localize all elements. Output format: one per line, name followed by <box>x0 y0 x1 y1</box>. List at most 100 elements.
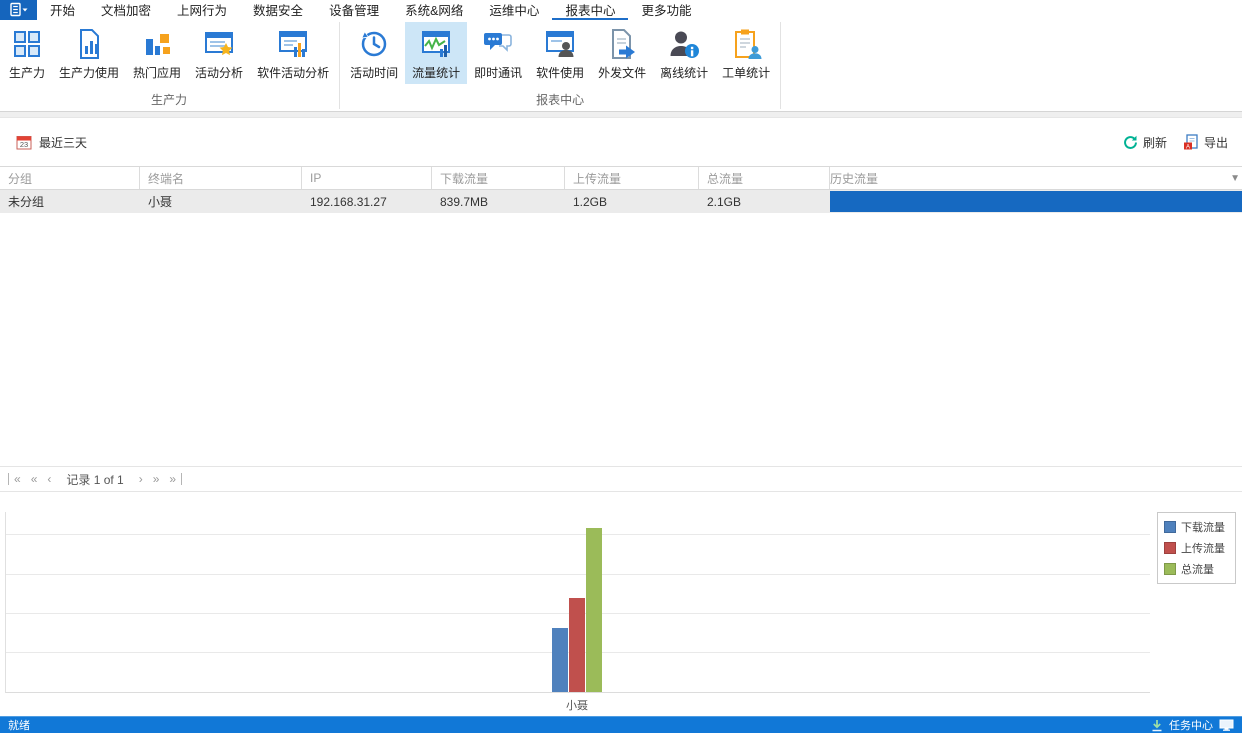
monitor-icon[interactable] <box>1219 719 1234 731</box>
tab-more-features[interactable]: 更多功能 <box>628 0 704 20</box>
chart-bar-total <box>586 528 602 692</box>
tab-start[interactable]: 开始 <box>37 0 88 20</box>
ribbon-button-label: 流量统计 <box>412 64 460 81</box>
window-user-icon <box>543 27 577 61</box>
tab-device-management[interactable]: 设备管理 <box>316 0 392 20</box>
ribbon-button-offline-stats[interactable]: 离线统计 <box>653 22 715 84</box>
legend-swatch-total <box>1164 563 1176 575</box>
tab-system-network[interactable]: 系统&网络 <box>392 0 476 20</box>
fast-next-page-icon[interactable]: » <box>148 473 165 485</box>
column-header-history[interactable]: 历史流量 ▼ <box>830 167 1242 189</box>
task-center-button[interactable]: 任务中心 <box>1151 717 1234 733</box>
first-page-icon[interactable]: « <box>8 473 26 485</box>
calendar-icon: 23 <box>16 134 32 150</box>
column-header-total[interactable]: 总流量 <box>699 167 830 189</box>
chart-category-label: 小聂 <box>551 697 603 713</box>
menu-tab-bar: 开始 文档加密 上网行为 数据安全 设备管理 系统&网络 运维中心 报表中心 更… <box>0 0 1242 20</box>
ribbon-button-ticket-stats[interactable]: 工单统计 <box>715 22 777 84</box>
cell-upload: 1.2GB <box>565 190 699 213</box>
ribbon-button-productivity[interactable]: 生产力 <box>2 22 52 84</box>
chart-bar-upload <box>569 598 585 692</box>
ribbon-button-software-usage[interactable]: 软件使用 <box>529 22 591 84</box>
ribbon-group-label-report-center: 报表中心 <box>341 92 779 111</box>
cell-ip: 192.168.31.27 <box>302 190 432 213</box>
status-text: 就绪 <box>8 717 30 733</box>
refresh-label: 刷新 <box>1143 134 1167 151</box>
traffic-stats-icon <box>419 27 453 61</box>
status-bar: 就绪 任务中心 <box>0 716 1242 733</box>
chart-legend: 下载流量 上传流量 总流量 <box>1157 512 1236 584</box>
refresh-icon <box>1123 135 1138 150</box>
clock-history-icon <box>357 27 391 61</box>
ribbon: 生产力 生产力使用 <box>0 20 1242 112</box>
date-range-button[interactable]: 23 最近三天 <box>16 134 87 151</box>
ribbon-button-label: 软件使用 <box>536 64 584 81</box>
pagination-bar: « « ‹ 记录 1 of 1 › » » <box>0 466 1242 492</box>
ribbon-button-label: 工单统计 <box>722 64 770 81</box>
ribbon-button-outgoing-files[interactable]: 外发文件 <box>591 22 653 84</box>
svg-text:23: 23 <box>20 140 28 149</box>
ribbon-button-label: 离线统计 <box>660 64 708 81</box>
filter-toolbar: 23 最近三天 刷新 <box>0 112 1242 166</box>
ribbon-button-label: 活动时间 <box>350 64 398 81</box>
table-row[interactable]: 未分组 小聂 192.168.31.27 839.7MB 1.2GB 2.1GB <box>0 190 1242 213</box>
ribbon-button-hot-apps[interactable]: 热门应用 <box>126 22 188 84</box>
window-star-icon <box>202 27 236 61</box>
prev-page-icon[interactable]: ‹ <box>42 473 56 485</box>
clipboard-user-icon <box>729 27 763 61</box>
export-icon: A <box>1183 134 1199 150</box>
history-traffic-bar <box>830 191 1242 212</box>
ribbon-button-instant-messaging[interactable]: 即时通讯 <box>467 22 529 84</box>
column-header-upload[interactable]: 上传流量 <box>565 167 699 189</box>
productivity-grid-icon <box>10 27 44 61</box>
refresh-button[interactable]: 刷新 <box>1123 134 1167 151</box>
file-send-icon <box>605 27 639 61</box>
legend-item-download: 下载流量 <box>1164 519 1229 535</box>
ribbon-button-software-activity-analysis[interactable]: 软件活动分析 <box>250 22 336 84</box>
hot-apps-icon <box>140 27 174 61</box>
tab-web-behavior[interactable]: 上网行为 <box>164 0 240 20</box>
chart-plot <box>5 512 1150 693</box>
cell-group: 未分组 <box>0 190 140 213</box>
legend-swatch-download <box>1164 521 1176 533</box>
column-header-terminal[interactable]: 终端名 <box>140 167 302 189</box>
last-page-icon[interactable]: » <box>164 473 182 485</box>
chart-bar-group <box>552 512 602 692</box>
column-header-group[interactable]: 分组 <box>0 167 140 189</box>
next-page-icon[interactable]: › <box>134 473 148 485</box>
legend-item-total: 总流量 <box>1164 561 1229 577</box>
tab-doc-encryption[interactable]: 文档加密 <box>88 0 164 20</box>
legend-swatch-upload <box>1164 542 1176 554</box>
tab-ops-center[interactable]: 运维中心 <box>476 0 552 20</box>
tab-data-security[interactable]: 数据安全 <box>240 0 316 20</box>
ribbon-button-label: 活动分析 <box>195 64 243 81</box>
ribbon-button-traffic-stats[interactable]: 流量统计 <box>405 22 467 84</box>
export-button[interactable]: A 导出 <box>1183 134 1228 151</box>
app-menu-button[interactable] <box>0 0 37 20</box>
download-arrow-icon <box>1151 719 1163 732</box>
record-count-text: 记录 1 of 1 <box>66 471 123 488</box>
ribbon-button-label: 生产力使用 <box>59 64 119 81</box>
ribbon-button-label: 软件活动分析 <box>257 64 329 81</box>
ribbon-button-label: 外发文件 <box>598 64 646 81</box>
ribbon-button-activity-analysis[interactable]: 活动分析 <box>188 22 250 84</box>
chart-bar-download <box>552 628 568 692</box>
tab-report-center[interactable]: 报表中心 <box>552 0 628 20</box>
column-header-download[interactable]: 下载流量 <box>432 167 565 189</box>
ribbon-button-activity-time[interactable]: 活动时间 <box>343 22 405 84</box>
svg-text:A: A <box>1186 144 1190 150</box>
ribbon-button-productivity-usage[interactable]: 生产力使用 <box>52 22 126 84</box>
column-header-ip[interactable]: IP <box>302 167 432 189</box>
date-range-label: 最近三天 <box>39 134 87 151</box>
column-menu-caret-icon[interactable]: ▼ <box>1230 173 1242 184</box>
ribbon-group-productivity: 生产力 生产力使用 <box>0 20 338 111</box>
cell-total: 2.1GB <box>699 190 830 213</box>
cell-terminal: 小聂 <box>140 190 302 213</box>
legend-item-upload: 上传流量 <box>1164 540 1229 556</box>
window-chart-icon <box>276 27 310 61</box>
fast-prev-page-icon[interactable]: « <box>26 473 43 485</box>
ribbon-button-label: 生产力 <box>9 64 45 81</box>
ribbon-group-report-center: 活动时间 流量统计 <box>341 20 779 111</box>
ribbon-button-label: 即时通讯 <box>474 64 522 81</box>
app-window: 开始 文档加密 上网行为 数据安全 设备管理 系统&网络 运维中心 报表中心 更… <box>0 0 1242 733</box>
